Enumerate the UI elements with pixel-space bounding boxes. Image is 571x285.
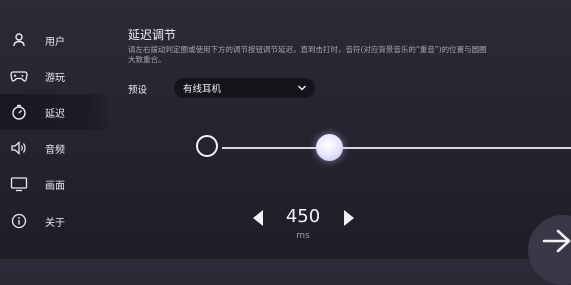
note-handle[interactable] [316,134,343,161]
increase-latency-button[interactable] [344,210,354,226]
sidebar-item-audio[interactable]: 音频 [0,130,112,166]
preset-select[interactable]: 有线耳机 [174,78,315,98]
sidebar-item-about[interactable]: 关于 [0,203,112,239]
latency-value: 450 [285,206,321,227]
decrease-latency-button[interactable] [253,210,263,226]
sidebar: 用户 游玩 延迟 音频 画面 关于 [0,0,112,259]
sidebar-item-play[interactable]: 游玩 [0,58,112,94]
info-icon [10,212,28,230]
sidebar-item-label: 游玩 [45,72,65,84]
preset-label: 预设 [128,85,148,96]
latency-unit: ms [296,231,310,241]
latency-description: 请左右拨动判定圈或使用下方的调节按钮调节延迟，直到击打时，音符(对应背景音乐的“… [128,45,487,64]
sidebar-item-label: 用户 [45,36,65,48]
speaker-icon [10,139,28,157]
preset-value: 有线耳机 [183,84,222,95]
sidebar-item-label: 关于 [45,217,65,229]
sidebar-item-label: 画面 [45,180,65,192]
judgement-ring[interactable] [196,135,218,157]
sidebar-item-display[interactable]: 画面 [0,166,112,202]
sidebar-item-latency[interactable]: 延迟 [0,94,112,130]
monitor-icon [10,175,28,193]
sidebar-item-label: 延迟 [45,108,65,120]
timer-icon [10,103,28,121]
chevron-down-icon [298,85,306,91]
user-icon [10,31,28,49]
sidebar-item-label: 音频 [45,144,65,156]
arrow-right-icon [542,229,571,253]
latency-track[interactable] [222,147,571,149]
page-title: 延迟调节 [128,28,177,42]
gamepad-icon [10,67,28,85]
sidebar-item-user[interactable]: 用户 [0,22,112,58]
